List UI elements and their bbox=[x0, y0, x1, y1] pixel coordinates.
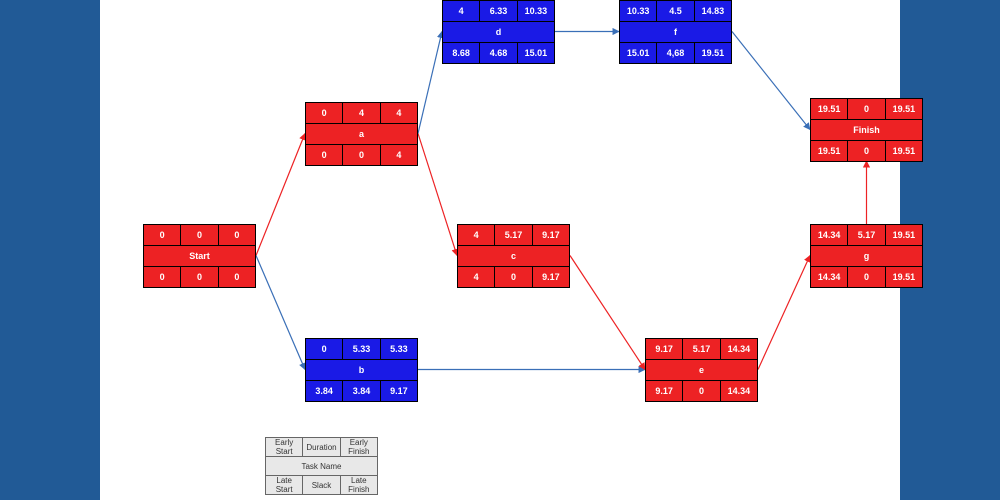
legend-dur: Duration bbox=[303, 438, 340, 457]
edge-start-b bbox=[256, 256, 305, 370]
edge-c-e bbox=[570, 256, 645, 370]
legend-lf: Late Finish bbox=[340, 476, 377, 495]
slack: 0 bbox=[848, 141, 885, 162]
ls: 9.17 bbox=[646, 381, 683, 402]
ef: 9.17 bbox=[532, 225, 569, 246]
task-name: b bbox=[306, 360, 418, 381]
ef: 14.83 bbox=[694, 1, 731, 22]
lf: 0 bbox=[218, 267, 255, 288]
es: 4 bbox=[443, 1, 480, 22]
es: 0 bbox=[306, 103, 343, 124]
slack: 4,68 bbox=[657, 43, 694, 64]
slack: 0 bbox=[343, 145, 380, 166]
lf: 9.17 bbox=[380, 381, 417, 402]
node-c: 45.179.17c409.17 bbox=[457, 224, 570, 288]
legend-box: Early Start Duration Early Finish Task N… bbox=[265, 437, 378, 495]
ef: 19.51 bbox=[885, 225, 922, 246]
task-name: g bbox=[811, 246, 923, 267]
dur: 5.33 bbox=[343, 339, 380, 360]
task-name: a bbox=[306, 124, 418, 145]
lf: 14.34 bbox=[720, 381, 757, 402]
node-g: 14.345.1719.51g14.34019.51 bbox=[810, 224, 923, 288]
slack: 0 bbox=[495, 267, 532, 288]
task-name: c bbox=[458, 246, 570, 267]
dur: 0 bbox=[848, 99, 885, 120]
slack: 4.68 bbox=[480, 43, 517, 64]
ef: 10.33 bbox=[517, 1, 554, 22]
task-name: d bbox=[443, 22, 555, 43]
node-finish: 19.51019.51Finish19.51019.51 bbox=[810, 98, 923, 162]
node-a: 044a004 bbox=[305, 102, 418, 166]
edge-a-c bbox=[418, 134, 457, 256]
lf: 15.01 bbox=[517, 43, 554, 64]
node-d: 46.3310.33d8.684.6815.01 bbox=[442, 0, 555, 64]
dur: 6.33 bbox=[480, 1, 517, 22]
ls: 19.51 bbox=[811, 141, 848, 162]
es: 9.17 bbox=[646, 339, 683, 360]
frame-left bbox=[0, 0, 100, 500]
slack: 0 bbox=[683, 381, 720, 402]
ls: 0 bbox=[144, 267, 181, 288]
dur: 4 bbox=[343, 103, 380, 124]
ls: 15.01 bbox=[620, 43, 657, 64]
node-b: 05.335.33b3.843.849.17 bbox=[305, 338, 418, 402]
es: 19.51 bbox=[811, 99, 848, 120]
lf: 19.51 bbox=[885, 141, 922, 162]
diagram-canvas: 000Start000044a00405.335.33b3.843.849.17… bbox=[100, 0, 900, 500]
dur: 4.5 bbox=[657, 1, 694, 22]
dur: 5.17 bbox=[683, 339, 720, 360]
legend-slack: Slack bbox=[303, 476, 340, 495]
legend-es: Early Start bbox=[266, 438, 303, 457]
legend-ls: Late Start bbox=[266, 476, 303, 495]
lf: 19.51 bbox=[694, 43, 731, 64]
ef: 5.33 bbox=[380, 339, 417, 360]
task-name: Start bbox=[144, 246, 256, 267]
slack: 0 bbox=[181, 267, 218, 288]
slack: 3.84 bbox=[343, 381, 380, 402]
dur: 0 bbox=[181, 225, 218, 246]
slack: 0 bbox=[848, 267, 885, 288]
task-name: Finish bbox=[811, 120, 923, 141]
ls: 4 bbox=[458, 267, 495, 288]
ef: 0 bbox=[218, 225, 255, 246]
es: 0 bbox=[144, 225, 181, 246]
lf: 9.17 bbox=[532, 267, 569, 288]
es: 10.33 bbox=[620, 1, 657, 22]
edge-start-a bbox=[256, 134, 305, 256]
lf: 19.51 bbox=[885, 267, 922, 288]
node-f: 10.334.514.83f15.014,6819.51 bbox=[619, 0, 732, 64]
es: 4 bbox=[458, 225, 495, 246]
dur: 5.17 bbox=[495, 225, 532, 246]
ls: 3.84 bbox=[306, 381, 343, 402]
task-name: f bbox=[620, 22, 732, 43]
ef: 14.34 bbox=[720, 339, 757, 360]
ls: 0 bbox=[306, 145, 343, 166]
dur: 5.17 bbox=[848, 225, 885, 246]
edge-f-finish bbox=[732, 32, 810, 130]
task-name: e bbox=[646, 360, 758, 381]
edge-a-d bbox=[418, 32, 442, 134]
ef: 19.51 bbox=[885, 99, 922, 120]
node-start: 000Start000 bbox=[143, 224, 256, 288]
ls: 14.34 bbox=[811, 267, 848, 288]
node-e: 9.175.1714.34e9.17014.34 bbox=[645, 338, 758, 402]
es: 0 bbox=[306, 339, 343, 360]
lf: 4 bbox=[380, 145, 417, 166]
legend-name: Task Name bbox=[266, 457, 378, 476]
ef: 4 bbox=[380, 103, 417, 124]
legend-ef: Early Finish bbox=[340, 438, 377, 457]
es: 14.34 bbox=[811, 225, 848, 246]
edge-e-g bbox=[758, 256, 810, 370]
ls: 8.68 bbox=[443, 43, 480, 64]
